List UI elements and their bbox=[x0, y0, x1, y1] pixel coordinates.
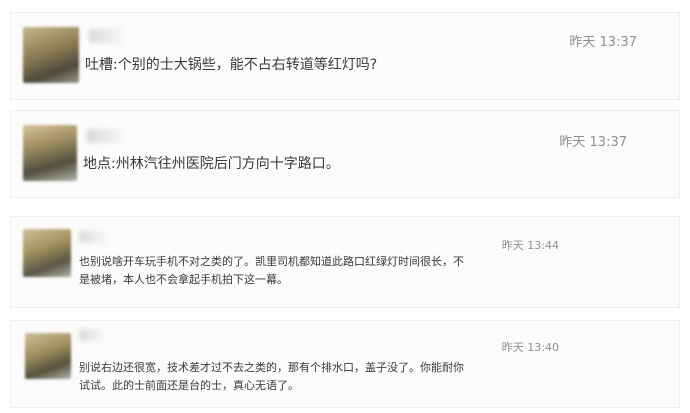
username[interactable] bbox=[87, 129, 123, 143]
comment-text: 吐槽:个别的士大锅些，能不占右转道等红灯吗? bbox=[85, 57, 378, 73]
comment-card: 昨天 13:37 地点:州林汽往州医院后门方向十字路口。 bbox=[10, 110, 680, 198]
username[interactable] bbox=[89, 29, 123, 43]
avatar[interactable] bbox=[25, 333, 71, 379]
comment-text-line: 试试。此的士前面还是台的士，真心无语了。 bbox=[79, 379, 299, 392]
comment-time: 昨天 13:40 bbox=[501, 341, 559, 354]
comment-list: 昨天 13:37 吐槽:个别的士大锅些，能不占右转道等红灯吗? 昨天 13:37… bbox=[0, 0, 690, 413]
comment-text: 地点:州林汽往州医院后门方向十字路口。 bbox=[83, 156, 340, 172]
comment-card: 昨天 13:44 也别说啥开车玩手机不对之类的了。凯里司机都知道此路口红绿灯时间… bbox=[10, 216, 680, 308]
comment-text-line: 别说右边还很宽，技术差才过不去之类的，那有个排水口，盖子没了。你能耐你 bbox=[79, 361, 464, 374]
username[interactable] bbox=[79, 329, 103, 341]
avatar[interactable] bbox=[23, 125, 77, 181]
comment-card: 昨天 13:40 别说右边还很宽，技术差才过不去之类的，那有个排水口，盖子没了。… bbox=[10, 320, 680, 408]
avatar[interactable] bbox=[23, 27, 79, 83]
comment-time: 昨天 13:37 bbox=[559, 135, 627, 150]
comment-text: 也别说啥开车玩手机不对之类的了。凯里司机都知道此路口红绿灯时间很长，不 是被堵，… bbox=[79, 253, 464, 289]
comment-text-line: 也别说啥开车玩手机不对之类的了。凯里司机都知道此路口红绿灯时间很长，不 bbox=[79, 255, 464, 268]
comment-text: 别说右边还很宽，技术差才过不去之类的，那有个排水口，盖子没了。你能耐你 试试。此… bbox=[79, 359, 464, 395]
username[interactable] bbox=[79, 231, 107, 243]
comment-time: 昨天 13:37 bbox=[569, 35, 637, 50]
comment-time: 昨天 13:44 bbox=[501, 239, 559, 252]
comment-text-line: 是被堵，本人也不会拿起手机拍下这一幕。 bbox=[79, 273, 288, 286]
avatar[interactable] bbox=[23, 229, 71, 277]
comment-card: 昨天 13:37 吐槽:个别的士大锅些，能不占右转道等红灯吗? bbox=[10, 12, 680, 100]
